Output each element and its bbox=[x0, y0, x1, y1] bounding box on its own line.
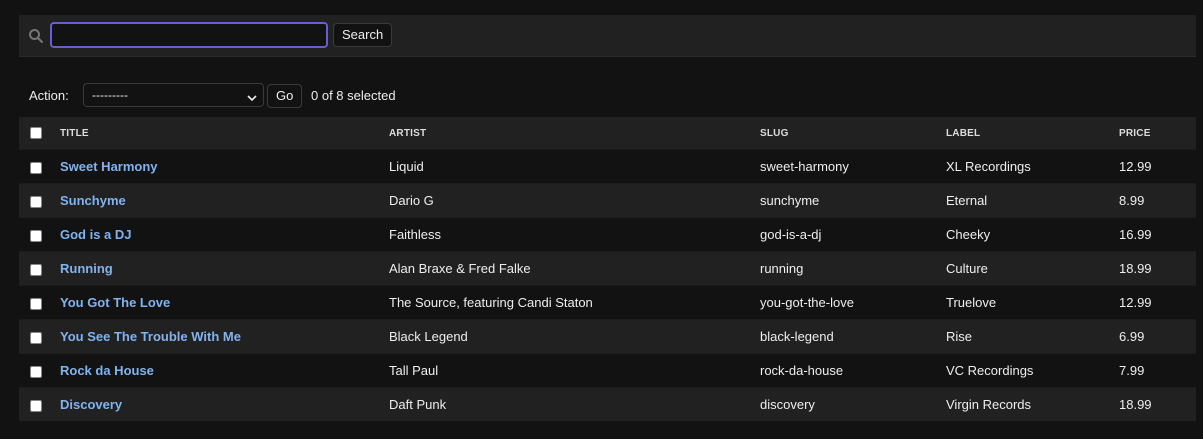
column-header-price-label: Price bbox=[1119, 127, 1151, 139]
row-checkbox-cell bbox=[19, 183, 60, 218]
table-row: God is a DJ Faithless god-is-a-dj Cheeky… bbox=[19, 217, 1196, 252]
title-cell: Discovery bbox=[60, 387, 389, 421]
row-checkbox-cell bbox=[19, 285, 60, 320]
title-link[interactable]: Rock da House bbox=[60, 363, 154, 378]
artist-cell: The Source, featuring Candi Staton bbox=[389, 285, 760, 320]
column-header-title-label: Title bbox=[60, 127, 89, 139]
artist-cell: Daft Punk bbox=[389, 387, 760, 421]
row-checkbox-cell bbox=[19, 387, 60, 421]
label-cell: Culture bbox=[946, 251, 1119, 286]
artist-cell: Dario G bbox=[389, 183, 760, 218]
column-header-artist-label: Artist bbox=[389, 127, 427, 139]
slug-cell: sweet-harmony bbox=[760, 149, 946, 184]
column-header-price[interactable]: Price bbox=[1119, 117, 1196, 150]
row-checkbox[interactable] bbox=[30, 161, 42, 174]
title-link[interactable]: Sunchyme bbox=[60, 193, 126, 208]
price-cell: 12.99 bbox=[1119, 285, 1196, 320]
label-cell: Virgin Records bbox=[946, 387, 1119, 421]
table-row: You See The Trouble With Me Black Legend… bbox=[19, 319, 1196, 354]
slug-cell: sunchyme bbox=[760, 183, 946, 218]
action-select-value: --------- bbox=[92, 88, 128, 102]
row-checkbox-cell bbox=[19, 319, 60, 354]
row-checkbox-cell bbox=[19, 251, 60, 286]
price-cell: 12.99 bbox=[1119, 149, 1196, 184]
title-link[interactable]: Discovery bbox=[60, 397, 122, 412]
artist-cell: Black Legend bbox=[389, 319, 760, 354]
title-cell: Sweet Harmony bbox=[60, 149, 389, 184]
column-header-label[interactable]: Label bbox=[946, 117, 1119, 150]
row-checkbox[interactable] bbox=[30, 365, 42, 378]
row-checkbox[interactable] bbox=[30, 331, 42, 344]
title-link[interactable]: God is a DJ bbox=[60, 227, 132, 242]
title-cell: You See The Trouble With Me bbox=[60, 319, 389, 354]
search-icon bbox=[28, 28, 44, 44]
artist-cell: Faithless bbox=[389, 217, 760, 252]
action-label: Action: bbox=[29, 88, 69, 103]
search-input[interactable] bbox=[50, 22, 328, 48]
artist-cell: Liquid bbox=[389, 149, 760, 184]
title-link[interactable]: You Got The Love bbox=[60, 295, 170, 310]
row-checkbox-cell bbox=[19, 353, 60, 388]
title-link[interactable]: Running bbox=[60, 261, 113, 276]
chevron-down-icon bbox=[246, 89, 258, 102]
slug-cell: black-legend bbox=[760, 319, 946, 354]
title-cell: You Got The Love bbox=[60, 285, 389, 320]
action-select[interactable]: --------- bbox=[83, 83, 264, 107]
row-checkbox-cell bbox=[19, 217, 60, 252]
search-toolbar: Search bbox=[19, 15, 1196, 57]
slug-cell: you-got-the-love bbox=[760, 285, 946, 320]
label-cell: Truelove bbox=[946, 285, 1119, 320]
slug-cell: god-is-a-dj bbox=[760, 217, 946, 252]
slug-cell: discovery bbox=[760, 387, 946, 421]
title-cell: Rock da House bbox=[60, 353, 389, 388]
table-row: Sweet Harmony Liquid sweet-harmony XL Re… bbox=[19, 149, 1196, 184]
row-checkbox-cell bbox=[19, 149, 60, 184]
column-header-artist[interactable]: Artist bbox=[389, 117, 760, 150]
row-checkbox[interactable] bbox=[30, 195, 42, 208]
label-cell: VC Recordings bbox=[946, 353, 1119, 388]
title-cell: Sunchyme bbox=[60, 183, 389, 218]
artist-cell: Alan Braxe & Fred Falke bbox=[389, 251, 760, 286]
price-cell: 18.99 bbox=[1119, 251, 1196, 286]
label-cell: Rise bbox=[946, 319, 1119, 354]
table-row: Rock da House Tall Paul rock-da-house VC… bbox=[19, 353, 1196, 388]
table-header-row: Title Artist Slug Label Price bbox=[19, 117, 1196, 150]
actions-bar: Action: --------- Go 0 of 8 selected bbox=[19, 81, 1196, 111]
title-link[interactable]: Sweet Harmony bbox=[60, 159, 158, 174]
label-cell: Cheeky bbox=[946, 217, 1119, 252]
label-cell: XL Recordings bbox=[946, 149, 1119, 184]
price-cell: 8.99 bbox=[1119, 183, 1196, 218]
price-cell: 16.99 bbox=[1119, 217, 1196, 252]
table-row: You Got The Love The Source, featuring C… bbox=[19, 285, 1196, 320]
table-row: Discovery Daft Punk discovery Virgin Rec… bbox=[19, 387, 1196, 421]
table-row: Sunchyme Dario G sunchyme Eternal 8.99 bbox=[19, 183, 1196, 218]
price-cell: 7.99 bbox=[1119, 353, 1196, 388]
title-link[interactable]: You See The Trouble With Me bbox=[60, 329, 241, 344]
title-cell: God is a DJ bbox=[60, 217, 389, 252]
row-checkbox[interactable] bbox=[30, 263, 42, 276]
price-cell: 6.99 bbox=[1119, 319, 1196, 354]
price-cell: 18.99 bbox=[1119, 387, 1196, 421]
selection-counter: 0 of 8 selected bbox=[311, 88, 396, 103]
go-button[interactable]: Go bbox=[267, 84, 303, 108]
search-button[interactable]: Search bbox=[333, 23, 393, 47]
table-row: Running Alan Braxe & Fred Falke running … bbox=[19, 251, 1196, 286]
column-header-slug[interactable]: Slug bbox=[760, 117, 946, 150]
title-cell: Running bbox=[60, 251, 389, 286]
column-header-slug-label: Slug bbox=[760, 127, 789, 139]
slug-cell: running bbox=[760, 251, 946, 286]
label-cell: Eternal bbox=[946, 183, 1119, 218]
row-checkbox[interactable] bbox=[30, 399, 42, 412]
select-all-checkbox[interactable] bbox=[30, 127, 42, 139]
artist-cell: Tall Paul bbox=[389, 353, 760, 388]
select-all-cell bbox=[19, 117, 60, 150]
column-header-label-label: Label bbox=[946, 127, 981, 139]
column-header-title[interactable]: Title bbox=[60, 117, 389, 150]
row-checkbox[interactable] bbox=[30, 229, 42, 242]
row-checkbox[interactable] bbox=[30, 297, 42, 310]
results-table: Title Artist Slug Label Price Sweet Harm… bbox=[19, 117, 1196, 421]
slug-cell: rock-da-house bbox=[760, 353, 946, 388]
